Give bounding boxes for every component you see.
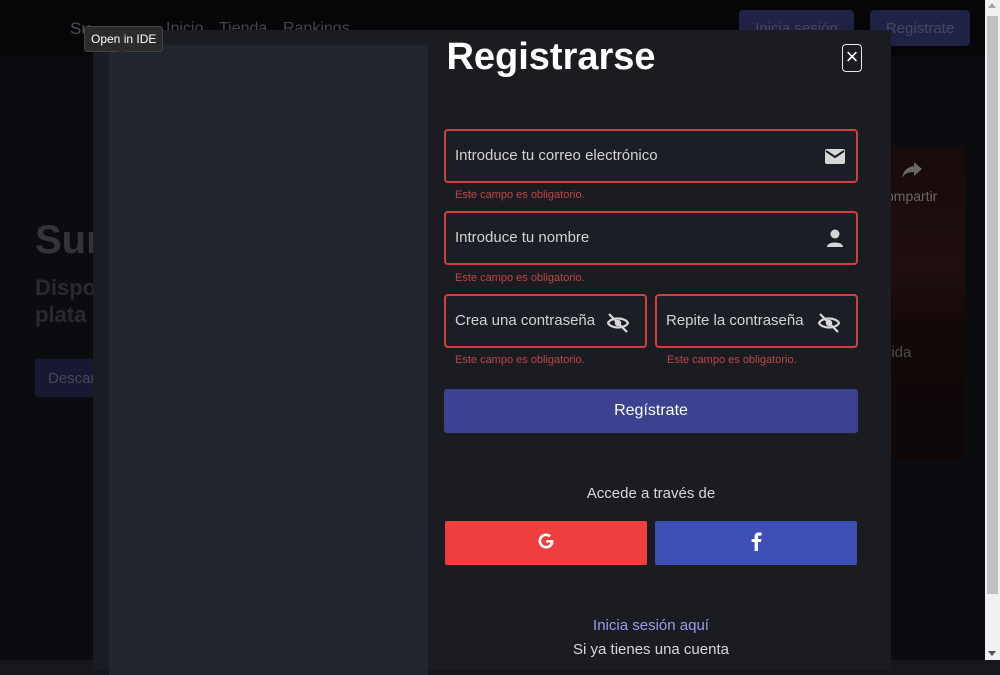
scroll-up-arrow[interactable] bbox=[988, 3, 996, 8]
facebook-icon bbox=[749, 531, 763, 556]
tooltip-tail bbox=[117, 50, 127, 55]
google-login-button[interactable] bbox=[445, 521, 647, 565]
facebook-login-button[interactable] bbox=[655, 521, 857, 565]
alt-access-text: Accede a través de bbox=[586, 485, 716, 502]
name-placeholder: Introduce tu nombre bbox=[455, 229, 590, 246]
open-in-ide-tooltip: Open in IDE bbox=[84, 26, 164, 52]
password-field[interactable]: Crea una contraseña bbox=[444, 294, 647, 348]
email-error: Este campo es obligatorio. bbox=[455, 189, 585, 201]
repeat-password-error: Este campo es obligatorio. bbox=[667, 354, 797, 366]
eye-off-icon[interactable] bbox=[817, 312, 841, 334]
name-error: Este campo es obligatorio. bbox=[455, 272, 585, 284]
email-placeholder: Introduce tu correo electrónico bbox=[455, 147, 658, 164]
register-submit-button[interactable]: Regístrate bbox=[444, 389, 858, 433]
scroll-down-arrow[interactable] bbox=[988, 651, 996, 656]
close-button[interactable]: × bbox=[842, 44, 862, 72]
eye-off-icon[interactable] bbox=[606, 312, 630, 334]
register-modal: × bbox=[93, 30, 891, 675]
repeat-password-placeholder: Repite la contraseña bbox=[666, 312, 804, 329]
password-placeholder: Crea una contraseña bbox=[455, 312, 596, 329]
login-link[interactable]: Inicia sesión aquí bbox=[444, 617, 858, 634]
modal-side-panel bbox=[109, 45, 428, 675]
repeat-password-field[interactable]: Repite la contraseña bbox=[655, 294, 858, 348]
password-error: Este campo es obligatorio. bbox=[455, 354, 585, 366]
google-icon bbox=[536, 531, 556, 556]
login-hint: Si ya tienes una cuenta bbox=[573, 641, 729, 658]
mail-icon bbox=[824, 145, 846, 167]
scrollbar-thumb[interactable] bbox=[987, 16, 998, 594]
modal-title: Registrarse bbox=[446, 36, 656, 78]
email-field[interactable]: Introduce tu correo electrónico bbox=[444, 129, 858, 183]
name-field[interactable]: Introduce tu nombre bbox=[444, 211, 858, 265]
user-icon bbox=[824, 227, 846, 249]
